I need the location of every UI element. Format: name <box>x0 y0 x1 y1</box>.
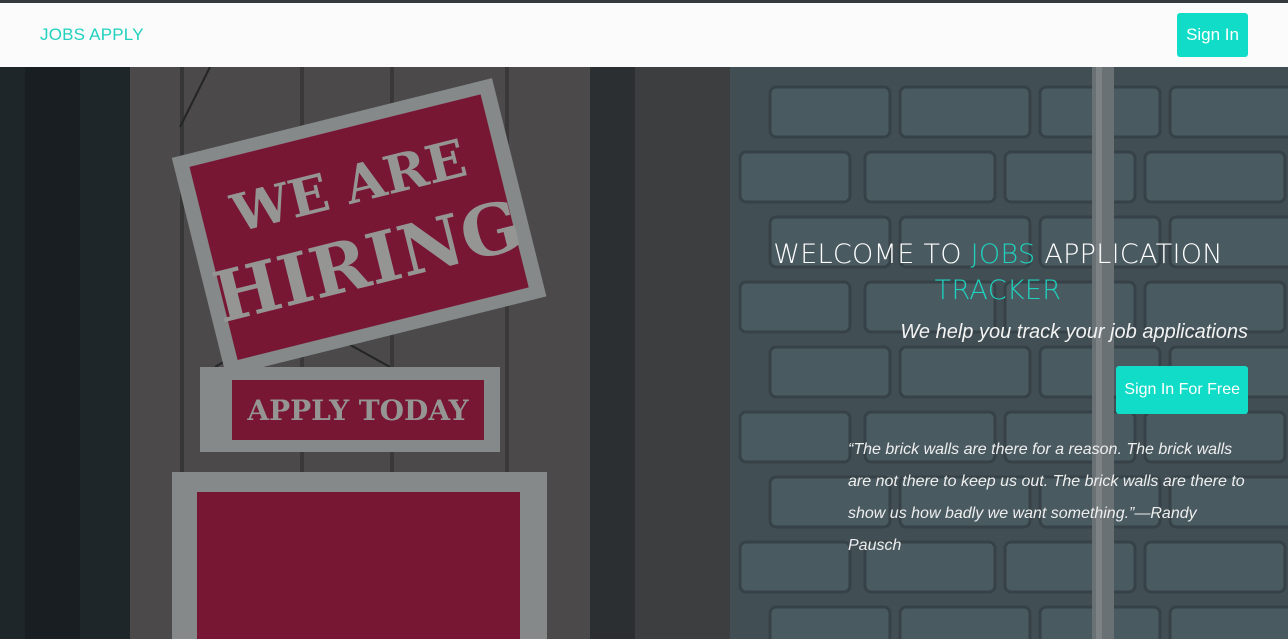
hero-quote: “The brick walls are there for a reason.… <box>848 441 1245 554</box>
navbar: JOBS APPLY Sign In <box>0 3 1288 67</box>
hero-tagline: We help you track your job applications <box>900 321 1248 343</box>
brand-logo-link[interactable]: JOBS APPLY <box>40 25 144 45</box>
headline-accent-tracker: TRACKER <box>934 275 1062 306</box>
headline-text-1: WELCOME TO <box>773 239 971 270</box>
hero-section: WE ARE HIRING APPLY TODAY WELCOME TO JOB… <box>0 67 1288 639</box>
headline-text-2: APPLICATION <box>1035 239 1223 270</box>
hero-headline: WELCOME TO JOBS APPLICATION TRACKER <box>748 237 1248 309</box>
sign-in-button[interactable]: Sign In <box>1177 13 1248 57</box>
headline-accent-jobs: JOBS <box>970 239 1036 270</box>
hero-content: WELCOME TO JOBS APPLICATION TRACKER We h… <box>728 237 1248 562</box>
sign-in-for-free-button[interactable]: Sign In For Free <box>1116 366 1248 414</box>
